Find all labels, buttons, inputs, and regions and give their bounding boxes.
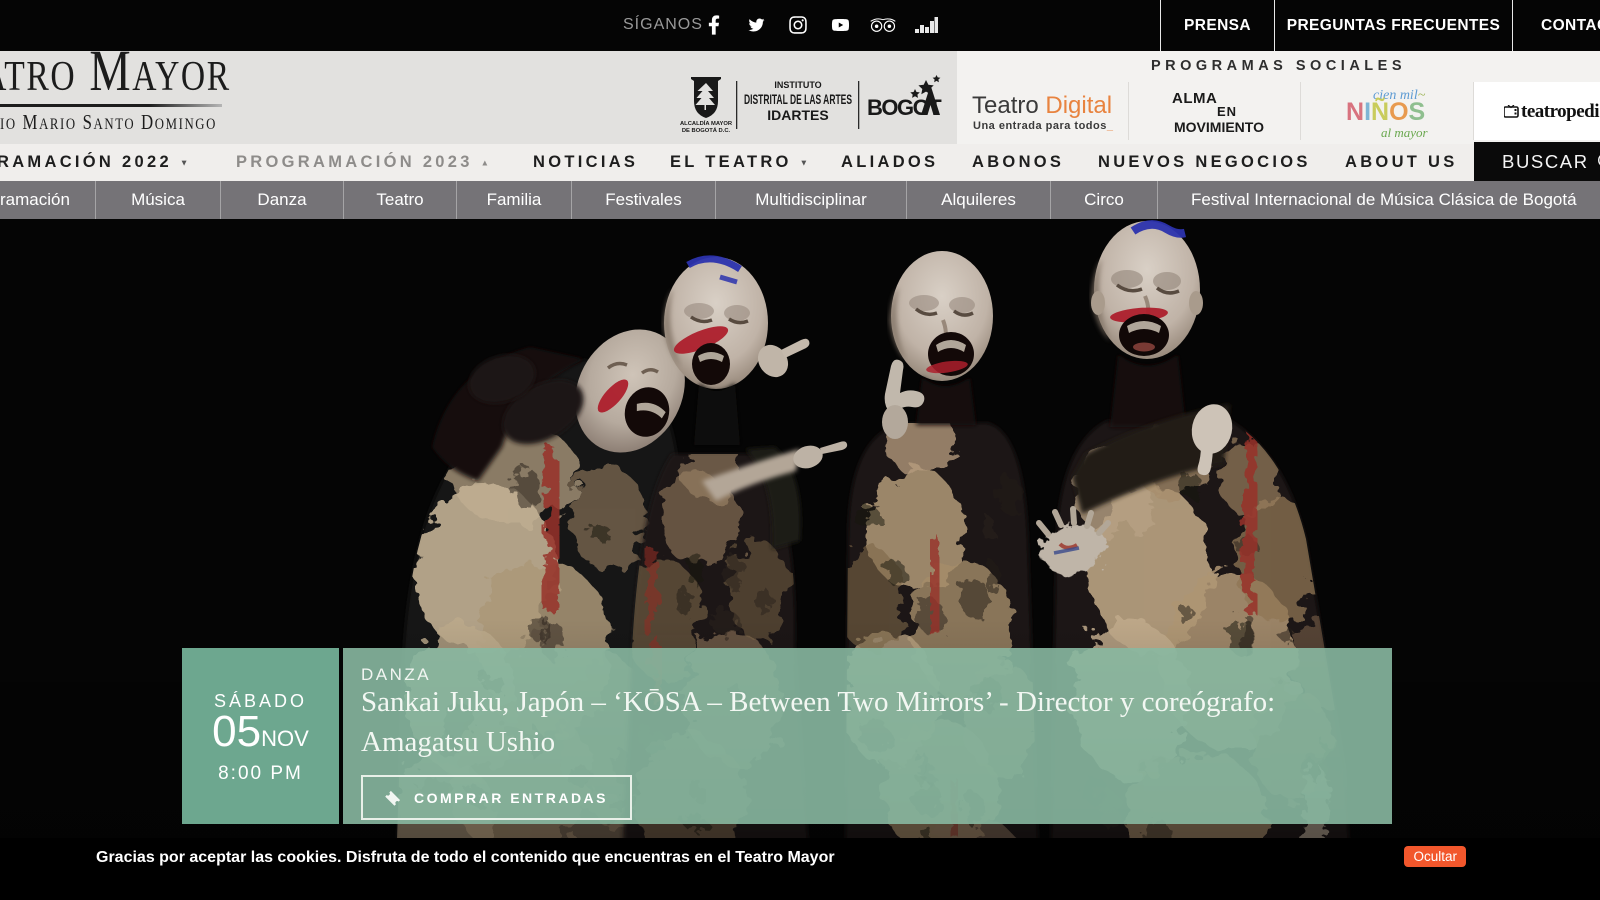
svg-text:DISTRITAL DE LAS ARTES: DISTRITAL DE LAS ARTES (744, 91, 852, 107)
svg-text:INSTITUTO: INSTITUTO (774, 80, 821, 90)
svg-text:IDARTES: IDARTES (767, 107, 828, 123)
svg-text:DE BOGOTÁ D.C.: DE BOGOTÁ D.C. (682, 127, 731, 134)
svg-text:ALCALDÍA MAYOR: ALCALDÍA MAYOR (680, 119, 733, 127)
